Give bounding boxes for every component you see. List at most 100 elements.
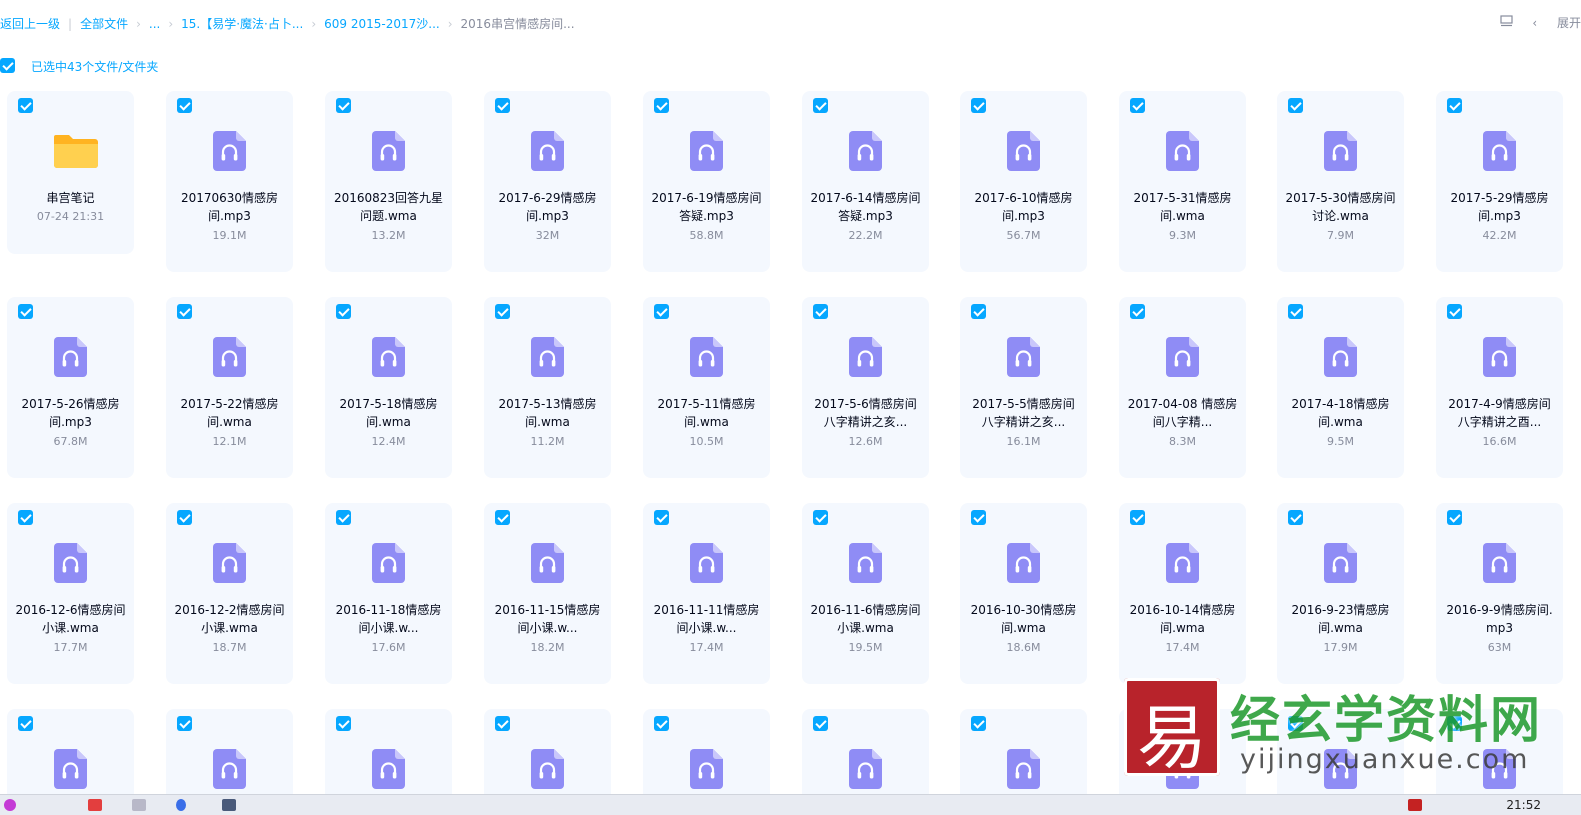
file-card[interactable]: 2017-6-29情感房间.mp3 32M (484, 91, 611, 272)
item-checkbox[interactable] (971, 304, 986, 319)
item-checkbox[interactable] (813, 304, 828, 319)
item-checkbox[interactable] (1447, 304, 1462, 319)
file-card[interactable]: 2017-5-29情感房间.mp3 42.2M (1436, 91, 1563, 272)
file-card[interactable]: 2017-5-11情感房间.wma 10.5M (643, 297, 770, 478)
file-card[interactable]: 20170630情感房间.mp3 19.1M (166, 91, 293, 272)
expand-button[interactable]: 展开 (1557, 14, 1581, 31)
file-card[interactable]: 2017-5-18情感房间.wma 12.4M (325, 297, 452, 478)
item-checkbox[interactable] (18, 716, 33, 731)
back-link[interactable]: 返回上一级 (0, 15, 60, 32)
item-checkbox[interactable] (177, 98, 192, 113)
file-card[interactable]: 2017-6-14情感房间答疑.mp3 22.2M (802, 91, 929, 272)
item-checkbox[interactable] (1288, 510, 1303, 525)
item-checkbox[interactable] (495, 716, 510, 731)
item-checkbox[interactable] (18, 304, 33, 319)
item-checkbox[interactable] (336, 304, 351, 319)
audio-file-icon (531, 337, 564, 377)
file-card[interactable]: 2017-6-10情感房间.mp3 56.7M (960, 91, 1087, 272)
taskbar-app-icon[interactable] (132, 799, 146, 811)
item-checkbox[interactable] (177, 304, 192, 319)
item-checkbox[interactable] (1130, 98, 1145, 113)
audio-file-icon (531, 131, 564, 171)
file-name: 2017-5-5情感房间八字精讲之亥... (972, 397, 1075, 429)
file-card[interactable]: 2016-11-6情感房间小课.wma 19.5M (802, 503, 929, 684)
item-checkbox[interactable] (654, 98, 669, 113)
item-checkbox[interactable] (177, 510, 192, 525)
tray-icon[interactable] (1408, 799, 1422, 811)
item-checkbox[interactable] (971, 510, 986, 525)
file-card[interactable]: 2017-4-9情感房间八字精讲之酉... 16.6M (1436, 297, 1563, 478)
item-checkbox[interactable] (177, 716, 192, 731)
item-checkbox[interactable] (495, 304, 510, 319)
file-card[interactable]: 2016-9-23情感房间.wma 17.9M (1277, 503, 1404, 684)
file-name: 2016-11-6情感房间小课.wma (810, 603, 921, 635)
item-checkbox[interactable] (971, 716, 986, 731)
item-checkbox[interactable] (1130, 304, 1145, 319)
chevron-left-icon[interactable]: ‹ (1532, 16, 1537, 30)
item-checkbox[interactable] (654, 510, 669, 525)
clock: 21:52 (1506, 798, 1541, 812)
select-all-checkbox[interactable] (0, 58, 15, 73)
item-checkbox[interactable] (971, 98, 986, 113)
file-card[interactable]: 2016-12-6情感房间小课.wma 17.7M (7, 503, 134, 684)
file-card[interactable]: 2017-5-6情感房间八字精讲之亥... 12.6M (802, 297, 929, 478)
file-card[interactable]: 2017-5-13情感房间.wma 11.2M (484, 297, 611, 478)
file-name: 串宫笔记 (46, 191, 95, 205)
file-card[interactable]: 2017-04-08 情感房间八字精... 8.3M (1119, 297, 1246, 478)
breadcrumb-level1[interactable]: 15.【易学·魔法·占卜... (181, 15, 303, 32)
audio-file-icon (849, 749, 882, 789)
list-view-icon[interactable] (1499, 15, 1513, 30)
file-card[interactable]: 2017-6-19情感房间答疑.mp3 58.8M (643, 91, 770, 272)
item-checkbox[interactable] (813, 716, 828, 731)
file-card[interactable]: 2016-11-18情感房间小课.w... 17.6M (325, 503, 452, 684)
item-checkbox[interactable] (18, 98, 33, 113)
file-size: 16.6M (1482, 435, 1517, 448)
file-card[interactable]: 20160823回答九星问题.wma 13.2M (325, 91, 452, 272)
breadcrumb-ellipsis[interactable]: ... (149, 17, 160, 31)
item-checkbox[interactable] (654, 716, 669, 731)
breadcrumb-all-files[interactable]: 全部文件 (80, 15, 128, 32)
watermark-url: yijingxuanxue.com (1240, 744, 1530, 775)
file-card[interactable]: 2016-10-30情感房间.wma 18.6M (960, 503, 1087, 684)
file-card[interactable]: 2017-5-5情感房间八字精讲之亥... 16.1M (960, 297, 1087, 478)
file-card[interactable]: 2017-4-18情感房间.wma 9.5M (1277, 297, 1404, 478)
file-name: 20170630情感房间.mp3 (180, 191, 279, 223)
file-card[interactable]: 2017-5-22情感房间.wma 12.1M (166, 297, 293, 478)
item-checkbox[interactable] (1288, 304, 1303, 319)
item-checkbox[interactable] (654, 304, 669, 319)
audio-file-icon (1007, 131, 1040, 171)
item-checkbox[interactable] (1447, 98, 1462, 113)
file-card[interactable]: 2017-5-26情感房间.mp3 67.8M (7, 297, 134, 478)
taskbar-app-icon[interactable] (4, 799, 16, 811)
file-card[interactable]: 2016-9-9情感房间.mp3 63M (1436, 503, 1563, 684)
item-checkbox[interactable] (495, 98, 510, 113)
taskbar-app-icon[interactable] (88, 799, 102, 811)
file-card[interactable]: 2017-5-30情感房间讨论.wma 7.9M (1277, 91, 1404, 272)
item-checkbox[interactable] (336, 716, 351, 731)
item-checkbox[interactable] (18, 510, 33, 525)
file-card[interactable]: 2016-11-15情感房间小课.w... 18.2M (484, 503, 611, 684)
breadcrumb-level2[interactable]: 609 2015-2017沙... (324, 15, 440, 32)
taskbar-app-icon[interactable] (176, 799, 186, 811)
taskbar-app-icon[interactable] (222, 799, 236, 811)
item-checkbox[interactable] (1447, 510, 1462, 525)
file-card[interactable]: 2016-10-14情感房间.wma 17.4M (1119, 503, 1246, 684)
item-checkbox[interactable] (813, 98, 828, 113)
file-card[interactable]: 2016-11-11情感房间小课.w... 17.4M (643, 503, 770, 684)
audio-file-icon (1483, 131, 1516, 171)
file-size: 17.4M (689, 641, 724, 654)
audio-file-icon (372, 543, 405, 583)
item-checkbox[interactable] (495, 510, 510, 525)
file-size: 16.1M (1006, 435, 1041, 448)
item-checkbox[interactable] (336, 98, 351, 113)
item-checkbox[interactable] (1288, 98, 1303, 113)
item-checkbox[interactable] (336, 510, 351, 525)
file-size: 17.9M (1323, 641, 1358, 654)
file-card[interactable]: 2017-5-31情感房间.wma 9.3M (1119, 91, 1246, 272)
file-name: 2017-6-29情感房间.mp3 (498, 191, 597, 223)
folder-card[interactable]: 串宫笔记 07-24 21:31 (7, 91, 134, 254)
file-card[interactable]: 2016-12-2情感房间小课.wma 18.7M (166, 503, 293, 684)
audio-file-icon (54, 543, 87, 583)
item-checkbox[interactable] (813, 510, 828, 525)
item-checkbox[interactable] (1130, 510, 1145, 525)
